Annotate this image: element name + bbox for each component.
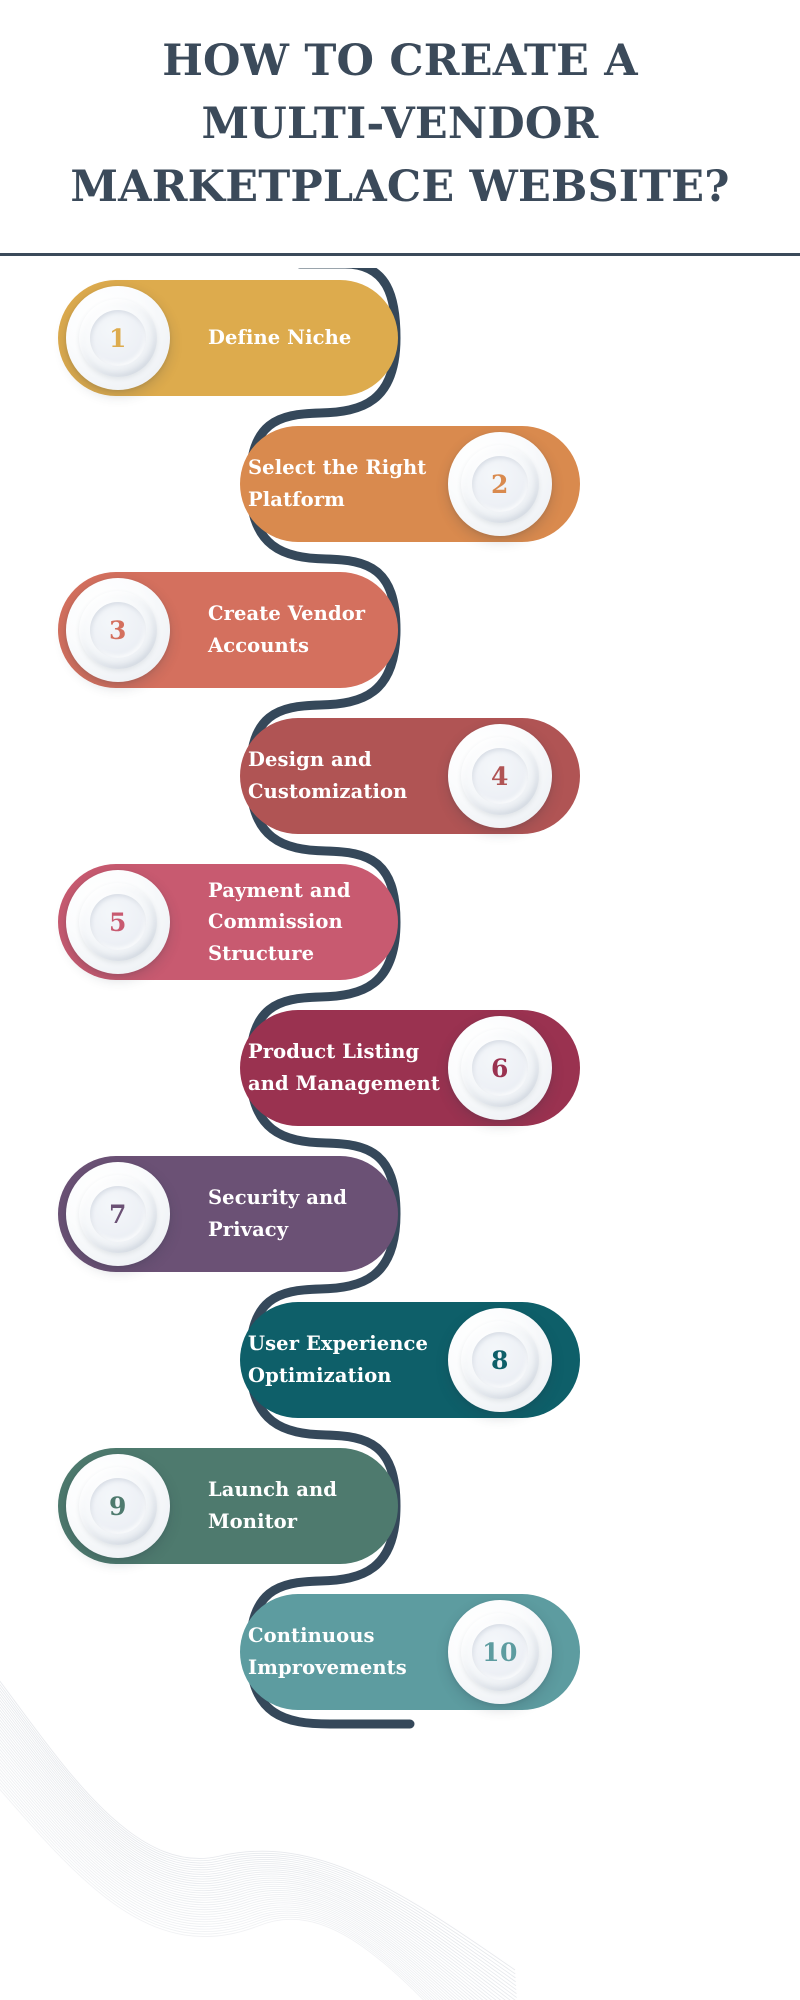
step-label-1: Define Niche: [208, 322, 398, 354]
badge-face: 5: [90, 894, 146, 950]
step-label-line: Product Listing: [248, 1040, 420, 1064]
step-row-4[interactable]: 4 Design and Customization: [240, 718, 580, 834]
step-badge-9[interactable]: 9: [66, 1454, 170, 1558]
title-line-1: HOW TO CREATE A: [162, 36, 638, 86]
step-row-6[interactable]: 6 Product Listing and Management: [240, 1010, 580, 1126]
step-number: 4: [491, 761, 509, 791]
badge-inner-ring: 7: [79, 1175, 157, 1253]
badge-face: 9: [90, 1478, 146, 1534]
step-label-line: User Experience: [248, 1332, 429, 1356]
step-label-line: Structure: [208, 941, 315, 965]
steps-flow: 1 Define Niche 2 Select the Right Platform 3 C…: [0, 268, 800, 1968]
step-label-line: Define Niche: [208, 326, 352, 350]
step-row-8[interactable]: 8 User Experience Optimization: [240, 1302, 580, 1418]
step-number: 6: [491, 1053, 509, 1083]
step-badge-1[interactable]: 1: [66, 286, 170, 390]
step-label-10: Continuous Improvements: [248, 1620, 444, 1683]
step-row-10[interactable]: 10 Continuous Improvements: [240, 1594, 580, 1710]
step-label-line: Improvements: [248, 1656, 407, 1679]
badge-inner-ring: 8: [461, 1321, 539, 1399]
step-badge-6[interactable]: 6: [448, 1016, 552, 1120]
step-badge-4[interactable]: 4: [448, 724, 552, 828]
step-row-7[interactable]: 7 Security and Privacy: [58, 1156, 398, 1272]
step-label-5: Payment and Commission Structure: [208, 875, 398, 970]
badge-face: 6: [472, 1040, 528, 1096]
step-number: 3: [109, 615, 127, 645]
step-badge-3[interactable]: 3: [66, 578, 170, 682]
step-badge-5[interactable]: 5: [66, 870, 170, 974]
step-number: 1: [109, 323, 127, 353]
step-label-line: Launch and: [208, 1478, 337, 1502]
badge-inner-ring: 1: [79, 299, 157, 377]
step-label-line: Privacy: [208, 1218, 289, 1241]
step-label-8: User Experience Optimization: [248, 1328, 444, 1391]
badge-face: 8: [472, 1332, 528, 1388]
step-badge-8[interactable]: 8: [448, 1308, 552, 1412]
step-label-line: Payment and: [208, 878, 351, 902]
step-label-4: Design and Customization: [248, 744, 444, 807]
badge-face: 1: [90, 310, 146, 366]
step-number: 8: [491, 1345, 509, 1375]
step-label-line: Optimization: [248, 1364, 392, 1387]
page-title: HOW TO CREATE A MULTI-VENDOR MARKETPLACE…: [0, 30, 800, 218]
title-line-2: MULTI-VENDOR: [201, 98, 599, 149]
step-label-line: Select the Right: [248, 456, 427, 480]
badge-inner-ring: 4: [461, 737, 539, 815]
step-number: 9: [109, 1491, 127, 1521]
step-row-5[interactable]: 5 Payment and Commission Structure: [58, 864, 398, 980]
step-label-9: Launch and Monitor: [208, 1474, 398, 1537]
badge-face: 3: [90, 602, 146, 658]
step-row-2[interactable]: 2 Select the Right Platform: [240, 426, 580, 542]
step-label-line: Platform: [248, 488, 345, 511]
step-label-line: Design and: [248, 748, 372, 772]
badge-inner-ring: 6: [461, 1029, 539, 1107]
step-badge-7[interactable]: 7: [66, 1162, 170, 1266]
step-label-6: Product Listing and Management: [248, 1036, 444, 1099]
step-label-line: Accounts: [208, 634, 310, 657]
step-label-line: Security and: [208, 1186, 347, 1210]
step-badge-10[interactable]: 10: [448, 1600, 552, 1704]
step-row-9[interactable]: 9 Launch and Monitor: [58, 1448, 398, 1564]
badge-inner-ring: 3: [79, 591, 157, 669]
step-number: 7: [109, 1199, 127, 1229]
step-label-7: Security and Privacy: [208, 1182, 398, 1245]
badge-inner-ring: 2: [461, 445, 539, 523]
badge-inner-ring: 10: [461, 1613, 539, 1691]
badge-face: 10: [472, 1624, 528, 1680]
title-line-3: MARKETPLACE WEBSITE?: [70, 161, 730, 212]
badge-face: 4: [472, 748, 528, 804]
header: HOW TO CREATE A MULTI-VENDOR MARKETPLACE…: [0, 0, 800, 218]
step-number: 2: [491, 469, 509, 499]
step-row-3[interactable]: 3 Create Vendor Accounts: [58, 572, 398, 688]
step-number: 10: [482, 1637, 518, 1667]
step-label-3: Create Vendor Accounts: [208, 598, 398, 661]
step-label-2: Select the Right Platform: [248, 452, 444, 515]
step-row-1[interactable]: 1 Define Niche: [58, 280, 398, 396]
badge-face: 7: [90, 1186, 146, 1242]
badge-inner-ring: 9: [79, 1467, 157, 1545]
badge-inner-ring: 5: [79, 883, 157, 961]
infographic-page: HOW TO CREATE A MULTI-VENDOR MARKETPLACE…: [0, 0, 800, 2000]
step-label-line: Customization: [248, 780, 408, 803]
step-label-line: Create Vendor: [208, 602, 366, 626]
step-label-line: Continuous: [248, 1624, 375, 1648]
step-label-line: Commission: [208, 910, 343, 934]
step-badge-2[interactable]: 2: [448, 432, 552, 536]
step-label-line: Monitor: [208, 1510, 298, 1533]
badge-face: 2: [472, 456, 528, 512]
step-label-line: and Management: [248, 1072, 440, 1095]
step-number: 5: [109, 907, 127, 937]
title-divider: [0, 253, 800, 256]
